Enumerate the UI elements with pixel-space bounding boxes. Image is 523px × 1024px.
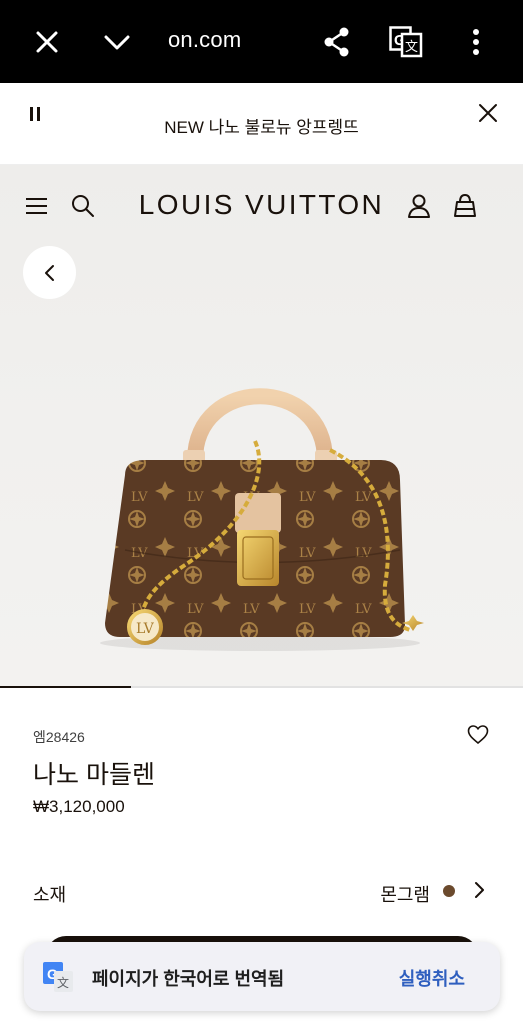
svg-text:文: 文 [405,40,418,55]
url-text[interactable]: on.com [168,27,241,53]
close-icon [36,31,58,53]
account-icon[interactable] [405,192,433,220]
google-translate-icon: G 文 [43,962,73,992]
undo-translate-button[interactable]: 실행취소 [399,965,465,991]
chevron-down-icon [104,35,130,50]
translate-button[interactable]: G 文 [384,20,428,64]
translate-toast: G 文 페이지가 한국어로 번역됨 실행취소 [24,942,500,1011]
material-selector[interactable]: 소재 몬그램 [0,868,523,914]
back-button[interactable] [23,246,76,299]
product-price: ₩3,120,000 [33,797,125,816]
chevron-right-icon [475,882,484,898]
collapse-button[interactable] [95,20,139,64]
product-sku: 엠28426 [33,729,85,745]
more-options-button[interactable] [454,20,498,64]
translate-message: 페이지가 한국어로 번역됨 [92,969,285,989]
announcement-bar: NEW 나노 불로뉴 앙프렝뜨 [0,83,523,165]
material-value: 몬그램 [380,885,430,905]
chevron-left-icon [44,264,54,281]
share-icon [324,27,349,57]
svg-text:文: 文 [57,975,69,990]
shopping-bag-icon[interactable] [451,192,479,220]
wishlist-heart-icon[interactable] [466,723,490,747]
material-swatch [443,885,455,897]
translate-icon: G 文 [389,26,423,58]
announcement-text[interactable]: NEW 나노 불로뉴 앙프렝뜨 [0,113,523,138]
brand-logo[interactable]: LOUIS VUITTON [0,189,523,221]
product-title: 나노 마들렌 [33,761,155,789]
more-vert-icon [473,29,479,55]
svg-text:LV: LV [136,621,155,637]
browser-toolbar: on.com G 文 [0,0,523,83]
gallery-progress [0,686,523,688]
material-label: 소재 [33,885,67,905]
gallery-progress-fill [0,686,131,688]
product-image[interactable]: LV LV [95,365,425,655]
close-tab-button[interactable] [25,20,69,64]
product-hero: LOUIS VUITTON LV [0,165,523,687]
close-icon[interactable] [474,99,502,127]
share-button[interactable] [315,20,359,64]
